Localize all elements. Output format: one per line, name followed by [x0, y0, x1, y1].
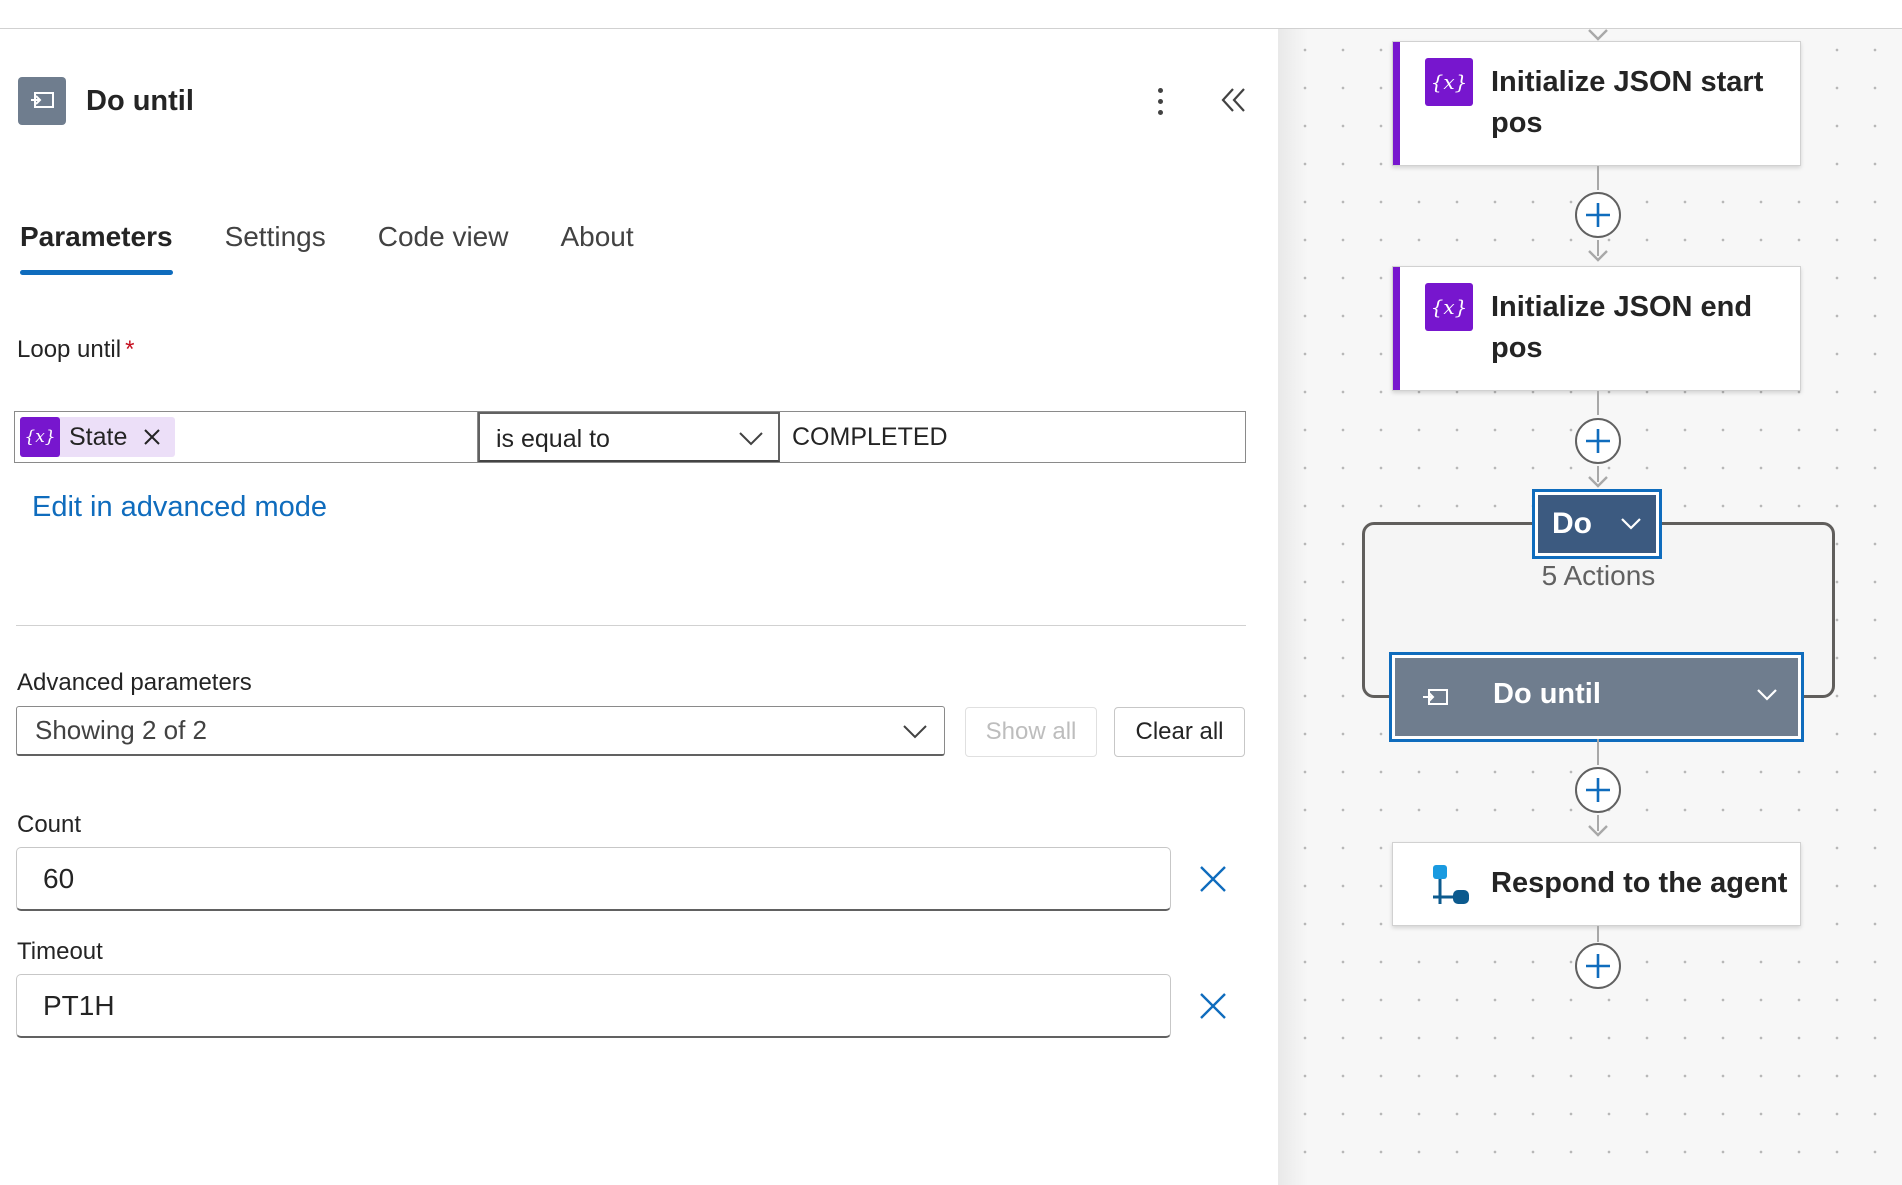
more-vertical-icon — [1157, 87, 1163, 93]
details-panel: Do until Parameters Settings Code view A… — [0, 29, 1278, 1185]
count-label: Count — [17, 811, 82, 838]
tab-settings[interactable]: Settings — [225, 221, 326, 275]
variable-icon: {x} — [20, 417, 60, 457]
tab-code-view[interactable]: Code view — [378, 221, 509, 275]
loop-icon — [1423, 689, 1448, 705]
node-respond-to-agent[interactable]: Respond to the agent — [1392, 842, 1801, 926]
panel-header: Do until — [18, 77, 194, 125]
loop-condition-row: {x} State is equal to COMPLETED — [14, 411, 1246, 463]
token-label: State — [69, 422, 128, 451]
chevron-down-icon — [903, 725, 927, 739]
required-indicator: * — [125, 336, 135, 363]
loop-until-label: Loop until * — [17, 336, 135, 363]
loop-icon — [18, 77, 66, 125]
advanced-parameters-label: Advanced parameters — [17, 669, 252, 696]
tab-about[interactable]: About — [560, 221, 633, 275]
arrow-down-icon — [1588, 250, 1608, 262]
scope-do-header[interactable]: Do — [1532, 489, 1662, 559]
node-title: Initialize JSON start pos — [1491, 66, 1764, 139]
remove-token-icon[interactable] — [141, 426, 163, 448]
add-action-plus-icon[interactable] — [1574, 942, 1622, 990]
timeout-input[interactable]: PT1H — [16, 974, 1171, 1038]
condition-left-operand[interactable]: {x} State — [15, 412, 478, 462]
section-divider — [16, 625, 1246, 626]
chevron-down-icon — [739, 432, 763, 446]
node-title: Respond to the agent — [1491, 867, 1788, 899]
variable-icon: {x} — [1425, 58, 1473, 106]
edit-advanced-mode-link[interactable]: Edit in advanced mode — [32, 491, 327, 524]
tab-parameters[interactable]: Parameters — [20, 221, 173, 275]
node-initialize-json-start[interactable]: {x} Initialize JSON start pos — [1392, 41, 1801, 166]
timeout-label: Timeout — [17, 938, 103, 965]
arrow-down-icon — [1588, 825, 1608, 837]
state-token[interactable]: {x} State — [20, 417, 176, 457]
advanced-parameters-value: Showing 2 of 2 — [35, 715, 208, 745]
operator-dropdown[interactable]: is equal to — [478, 412, 780, 462]
panel-title: Do until — [86, 84, 194, 117]
add-action-plus-icon[interactable] — [1574, 766, 1622, 814]
advanced-parameters-dropdown[interactable]: Showing 2 of 2 — [16, 706, 945, 756]
chevron-down-icon[interactable] — [1756, 688, 1778, 702]
node-initialize-json-end[interactable]: {x} Initialize JSON end pos — [1392, 266, 1801, 391]
clear-all-button[interactable]: Clear all — [1114, 707, 1245, 757]
canvas-shadow — [1278, 29, 1308, 1185]
operator-value: is equal to — [496, 424, 610, 453]
arrow-down-icon — [1588, 29, 1608, 41]
count-input[interactable]: 60 — [16, 847, 1171, 911]
chevron-down-icon — [1621, 518, 1641, 530]
scope-action-count: 5 Actions — [1541, 560, 1656, 591]
arrow-down-icon — [1588, 476, 1608, 488]
node-title: Initialize JSON end pos — [1491, 291, 1753, 364]
add-action-plus-icon[interactable] — [1574, 417, 1622, 465]
clear-count-close-icon[interactable] — [1197, 863, 1229, 895]
agent-flow-icon — [1433, 865, 1469, 904]
condition-right-operand[interactable]: COMPLETED — [780, 412, 1245, 462]
variable-icon: {x} — [1425, 283, 1473, 331]
clear-timeout-close-icon[interactable] — [1197, 990, 1229, 1022]
tab-list: Parameters Settings Code view About — [20, 221, 686, 275]
node-title: Do until — [1493, 678, 1601, 710]
scope-label: Do — [1552, 507, 1592, 540]
show-all-button[interactable]: Show all — [965, 707, 1097, 757]
add-action-plus-icon[interactable] — [1574, 191, 1622, 239]
more-options-button[interactable] — [1150, 81, 1170, 121]
node-do-until[interactable]: Do until — [1389, 652, 1804, 742]
collapse-panel-button[interactable] — [1218, 84, 1250, 116]
double-chevron-left-icon — [1221, 88, 1245, 112]
